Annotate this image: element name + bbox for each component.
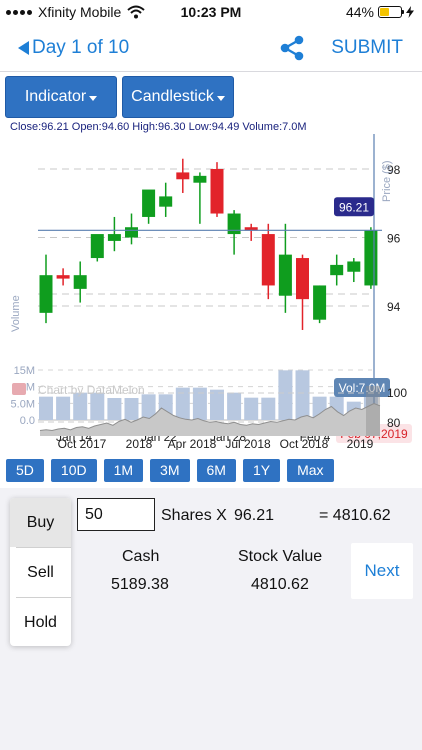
chart-type-dropdown[interactable]: Candlestick xyxy=(122,76,234,118)
candle-up xyxy=(278,254,292,296)
overview-x-tick: Jul 2018 xyxy=(225,437,271,450)
range-button-1y[interactable]: 1Y xyxy=(242,459,281,482)
candle-up xyxy=(39,275,53,313)
overview-x-tick: Oct 2017 xyxy=(58,437,107,450)
quantity-input[interactable]: 50 xyxy=(77,498,155,531)
volume-tick-label: 15M xyxy=(14,365,35,377)
overview-navigator[interactable]: Chart by DataMelon 100 80 Oct 2017 2018 Apr 2… xyxy=(0,380,422,450)
candle-up xyxy=(313,285,327,320)
candle-down xyxy=(56,275,70,279)
volume-axis-label: Volume xyxy=(10,295,22,332)
last-close-value: 96.21 xyxy=(339,200,369,214)
overview-y-tick: 100 xyxy=(387,386,407,400)
overview-x-tick: Oct 2018 xyxy=(280,437,329,450)
battery-icon xyxy=(378,6,404,18)
candle-up xyxy=(142,189,156,217)
price-tick-label: 94 xyxy=(387,300,401,314)
range-button-10d[interactable]: 10D xyxy=(50,459,97,482)
candle-down xyxy=(176,172,190,180)
chart-watermark: Chart by DataMelon xyxy=(38,383,145,397)
next-button[interactable]: Next xyxy=(351,543,413,599)
share-price: 96.21 xyxy=(234,507,275,524)
battery-percent: 44% xyxy=(345,4,374,20)
total-value: = 4810.62 xyxy=(319,507,391,524)
overview-x-tick: Apr 2018 xyxy=(168,437,217,450)
back-arrow-icon xyxy=(18,41,29,55)
price-axis-label: Price ($) xyxy=(381,160,393,202)
status-bar: Xfinity Mobile 10:23 PM 44% xyxy=(0,0,422,24)
candle-up xyxy=(90,234,104,259)
candle-up xyxy=(347,261,361,272)
caret-down-icon xyxy=(89,95,98,101)
overview-x-tick: 2019 xyxy=(347,437,374,450)
range-button-6m[interactable]: 6M xyxy=(196,459,236,482)
day-counter: Day 1 of 10 xyxy=(32,37,130,58)
indicator-label: Indicator xyxy=(24,88,87,105)
ohlc-readout: Close:96.21 Open:94.60 High:96.30 Low:94… xyxy=(10,121,307,133)
charging-icon xyxy=(406,6,414,18)
back-button[interactable]: Day 1 of 10 xyxy=(18,37,129,59)
overview-y-tick: 80 xyxy=(387,416,401,430)
datamelon-logo-icon xyxy=(12,383,26,395)
share-icon[interactable] xyxy=(278,35,306,61)
range-button-3m[interactable]: 3M xyxy=(150,459,190,482)
shares-x-label: Shares X xyxy=(161,507,227,524)
range-selector: 5D 10D 1M 3M 6M 1Y Max xyxy=(6,459,334,482)
candle-up xyxy=(73,275,87,289)
stock-value: 4810.62 xyxy=(251,576,309,593)
nav-bar: Day 1 of 10 SUBMIT xyxy=(0,24,422,72)
overview-selection-window xyxy=(366,386,380,436)
candle-up xyxy=(364,230,378,286)
overview-area xyxy=(40,403,380,436)
candle-down xyxy=(210,169,224,214)
price-tick-label: 96 xyxy=(387,232,401,246)
candle-up xyxy=(193,175,207,183)
menu-item-hold[interactable]: Hold xyxy=(10,598,71,646)
candle-down xyxy=(261,234,275,286)
indicator-dropdown[interactable]: Indicator xyxy=(5,76,117,118)
chart-type-label: Candlestick xyxy=(131,88,214,105)
cash-value: 5189.38 xyxy=(111,576,169,593)
candle-up xyxy=(159,196,173,207)
range-button-5d[interactable]: 5D xyxy=(6,459,44,482)
submit-button[interactable]: SUBMIT xyxy=(331,37,403,59)
candle-up xyxy=(125,227,138,238)
candle-up xyxy=(107,234,121,241)
battery-group: 44% xyxy=(346,4,414,20)
action-menu: Buy Sell Hold xyxy=(10,498,71,646)
menu-item-buy[interactable]: Buy xyxy=(10,498,71,547)
range-button-max[interactable]: Max xyxy=(287,459,334,482)
overview-x-tick: 2018 xyxy=(126,437,153,450)
candle-up xyxy=(227,213,241,235)
cash-label: Cash xyxy=(122,548,160,565)
candle-up xyxy=(330,264,344,276)
candle-down xyxy=(296,258,309,300)
menu-item-sell[interactable]: Sell xyxy=(10,548,71,597)
caret-down-icon xyxy=(216,95,225,101)
range-button-1m[interactable]: 1M xyxy=(103,459,144,482)
stock-value-label: Stock Value xyxy=(238,548,323,565)
